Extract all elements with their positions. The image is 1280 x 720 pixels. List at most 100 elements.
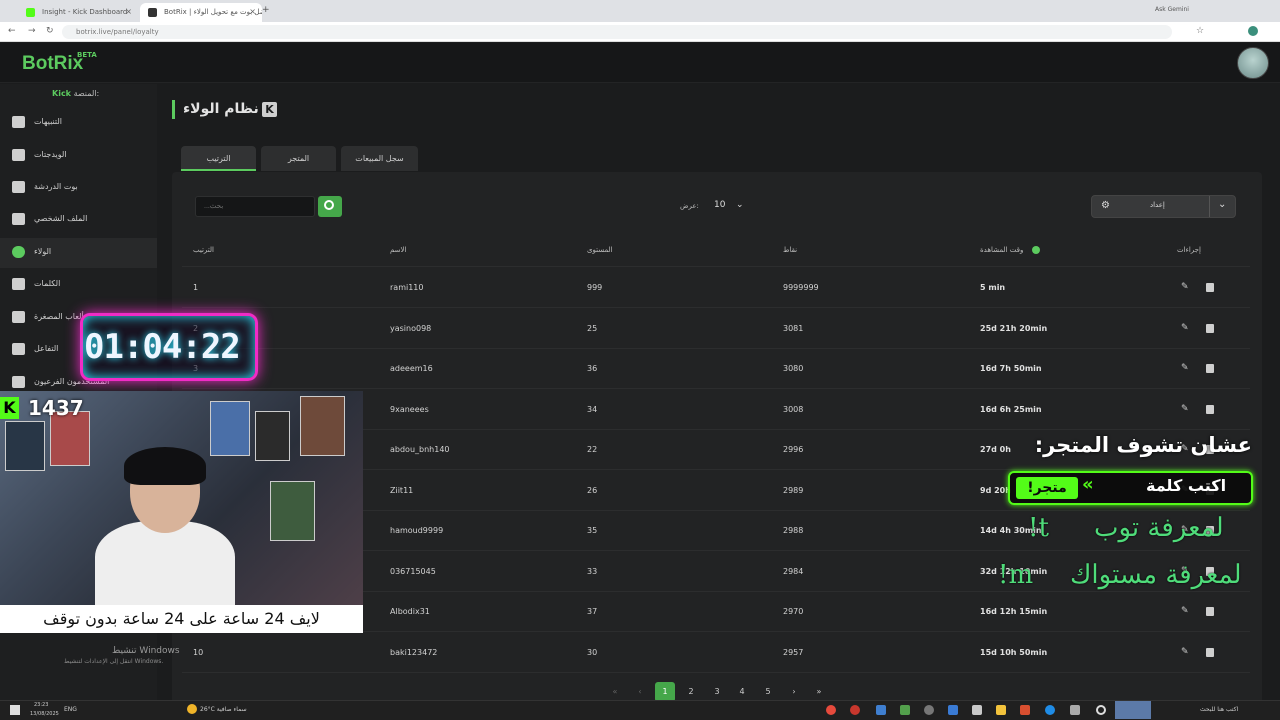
close-icon[interactable]: × [125,7,132,16]
app-icon[interactable] [1070,705,1080,715]
table-cell-level: 999 [587,283,603,292]
table-cell-name: Albodix31 [390,607,430,616]
prev-page-button[interactable]: ‹ [630,682,650,702]
page-size-select[interactable]: 10 [708,196,753,217]
forward-icon[interactable]: → [28,26,36,36]
settings-label: إعداد [1150,201,1165,209]
table-cell-level: 33 [587,566,598,576]
column-header-level[interactable]: المستوى [587,246,613,254]
column-header-name[interactable]: الاسم [390,246,406,254]
level-hint-command: !m [998,560,1034,590]
trash-icon[interactable] [1206,364,1214,373]
back-icon[interactable]: ← [8,26,16,36]
kick-logo-icon: K [262,102,277,117]
page-2-button[interactable]: 2 [681,682,701,702]
table-cell-name: yasino098 [390,323,432,333]
avatar[interactable] [1237,47,1269,79]
weather-widget[interactable]: 26°C سماء صافية [200,706,247,713]
taskbar-search-input[interactable]: اكتب هنا للبحث [1200,706,1238,713]
page-title: نظام الولاء [183,101,259,117]
webcam-feed [0,391,363,605]
next-page-button[interactable]: › [784,682,804,702]
edit-icon[interactable]: ✎ [1181,323,1189,333]
edge-icon[interactable] [1045,705,1055,715]
info-icon[interactable] [1032,246,1040,254]
last-page-button[interactable]: » [809,682,829,702]
row-divider [182,671,1250,673]
search-icon[interactable] [1096,705,1106,715]
app-icon[interactable] [900,705,910,715]
page-5-button[interactable]: 5 [758,682,778,702]
sidebar-item-alerts[interactable]: التنبيهات [0,108,157,138]
table-cell-points: 2984 [783,566,804,576]
row-divider [182,388,1250,389]
settings-divider [1209,196,1210,217]
trash-icon[interactable] [1206,647,1214,657]
row-divider [182,307,1250,308]
column-header-watchtime[interactable]: وقت المشاهدة [980,246,1023,254]
sidebar-item-loyalty[interactable]: الولاء [0,238,157,268]
column-header-actions: إجراءات [1177,246,1201,254]
sidebar-item-label: التنبيهات [34,117,62,126]
edit-icon[interactable]: ✎ [1181,282,1189,292]
tab-store[interactable]: المتجر [261,146,336,171]
table-cell-points: 2957 [783,647,804,657]
person-body [95,521,235,605]
trash-icon[interactable] [1206,404,1214,414]
table-cell-level: 25 [587,323,598,333]
sidebar-item-words[interactable]: الكلمات [0,270,157,300]
windows-start-icon[interactable] [10,705,20,715]
trash-icon[interactable] [1206,323,1214,333]
close-icon[interactable]: × [249,7,256,16]
language-indicator[interactable]: ENG [64,706,77,713]
sidebar-item-label: الكلمات [34,279,61,288]
edit-icon[interactable]: ✎ [1181,606,1189,616]
folder-icon[interactable] [996,705,1006,715]
table-cell-points: 3081 [783,323,804,333]
trophy-icon [12,246,25,258]
first-page-button[interactable]: « [605,682,625,702]
browser-tab-botrix[interactable]: BotRix | أفضل بوت مع تحويل الولاء × [140,3,262,22]
app-icon[interactable] [1020,705,1030,715]
search-input[interactable] [195,196,315,217]
column-header-rank[interactable]: الترتيب [193,246,214,254]
logo[interactable]: BotRix [22,53,83,75]
sidebar-item-label: ألعاب المصغرة [34,312,84,321]
sidebar-item-chatbot[interactable]: بوت الدردشة [0,173,157,203]
app-icon[interactable] [948,705,958,715]
edit-icon[interactable]: ✎ [1181,647,1189,657]
page-1-button[interactable]: 1 [655,682,675,702]
row-divider [182,347,1250,349]
sidebar-item-label: التفاعل [34,344,59,353]
app-icon[interactable] [924,705,934,715]
reload-icon[interactable]: ↻ [46,26,54,36]
page-4-button[interactable]: 4 [732,682,752,702]
page-3-button[interactable]: 3 [707,682,727,702]
edit-icon[interactable]: ✎ [1181,404,1189,414]
top-hint-command: !t [1028,513,1049,543]
table-cell-name: Ziit11 [390,485,414,495]
tab-sales-log[interactable]: سجل المبيعات [341,146,418,171]
browser-tab-dashboard[interactable]: Insight - Kick Dashboard × [18,3,138,22]
app-icon[interactable] [876,705,886,715]
table-cell-watch: 15d 10h 50min [980,647,1048,657]
chrome-icon[interactable] [826,705,836,715]
chevron-down-icon[interactable]: ⌄ [1218,199,1226,210]
edit-icon[interactable]: ✎ [1181,363,1189,373]
trash-icon[interactable] [1206,607,1214,616]
app-icon[interactable] [972,705,982,715]
promo-write-text: اكتب كلمة [1146,476,1227,495]
profile-icon[interactable] [1248,26,1258,36]
ask-gemini-button[interactable]: Ask Gemini [1155,6,1189,13]
sidebar-item-widgets[interactable]: الويدجتات [0,141,157,171]
tab-ranking[interactable]: الترتيب [181,146,256,171]
app-header [0,43,1280,83]
chevron-down-icon: ⌄ [736,200,744,210]
star-icon[interactable]: ☆ [1196,26,1204,36]
opera-icon[interactable] [850,705,860,715]
column-header-points[interactable]: نقاط [783,246,797,254]
sidebar-item-profile[interactable]: الملف الشخصي [0,205,157,235]
url-input[interactable]: botrix.live/panel/loyalty [62,25,1172,39]
new-tab-button[interactable]: + [262,5,270,15]
trash-icon[interactable] [1206,283,1214,292]
